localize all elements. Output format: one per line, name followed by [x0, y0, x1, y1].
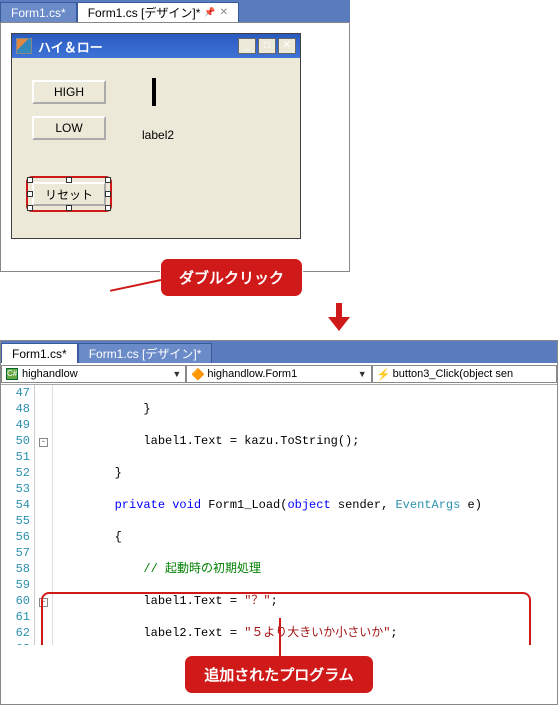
- code-area[interactable]: 474849 505152 535455 565758 596061 62636…: [1, 385, 557, 645]
- code-tab-bar: Form1.cs* Form1.cs [デザイン]*: [1, 341, 557, 363]
- nav-class-label: highandlow.Form1: [207, 368, 297, 380]
- form-window: ハイ＆ロー _ □ ✕ HIGH LOW label2 リセット: [11, 33, 301, 239]
- fold-toggle[interactable]: -: [39, 598, 48, 607]
- fold-toggle[interactable]: -: [39, 438, 48, 447]
- selection-handles[interactable]: [30, 180, 108, 208]
- line-number-gutter: 474849 505152 535455 565758 596061 62636…: [1, 385, 35, 645]
- label2[interactable]: label2: [142, 128, 174, 142]
- close-icon[interactable]: ✕: [220, 7, 228, 18]
- maximize-button[interactable]: □: [258, 38, 276, 54]
- pin-icon[interactable]: 📌: [204, 7, 215, 18]
- tab-form1-cs-code[interactable]: Form1.cs*: [1, 343, 78, 363]
- nav-project-label: highandlow: [22, 368, 78, 380]
- tab-label: Form1.cs*: [11, 6, 66, 20]
- fold-gutter[interactable]: - -: [35, 385, 53, 645]
- arrow-down-icon: [120, 303, 558, 334]
- tab-form1-cs[interactable]: Form1.cs*: [0, 2, 77, 22]
- csharp-icon: C#: [6, 368, 18, 380]
- designer-canvas[interactable]: ハイ＆ロー _ □ ✕ HIGH LOW label2 リセット: [0, 22, 350, 272]
- method-dropdown[interactable]: ⚡ button3_Click(object sen: [372, 365, 557, 383]
- callout-added-program: 追加されたプログラム: [184, 655, 374, 694]
- method-icon: ⚡: [377, 368, 389, 380]
- tab-label: Form1.cs*: [12, 347, 67, 361]
- designer-tab-bar: Form1.cs* Form1.cs [デザイン]* 📌 ✕: [0, 0, 350, 22]
- project-dropdown[interactable]: C# highandlow ▼: [1, 365, 186, 383]
- callout-doubleclick: ダブルクリック: [160, 258, 303, 297]
- window-title: ハイ＆ロー: [38, 37, 232, 56]
- minimize-button[interactable]: _: [238, 38, 256, 54]
- nav-method-label: button3_Click(object sen: [393, 368, 513, 380]
- close-button[interactable]: ✕: [278, 38, 296, 54]
- tab-form1-design-code[interactable]: Form1.cs [デザイン]*: [78, 343, 213, 363]
- navigation-bar: C# highandlow ▼ 🔶 highandlow.Form1 ▼ ⚡ b…: [1, 363, 557, 385]
- chevron-down-icon: ▼: [172, 369, 181, 379]
- titlebar: ハイ＆ロー _ □ ✕: [12, 34, 300, 58]
- form-body[interactable]: HIGH LOW label2 リセット: [12, 58, 300, 238]
- label1[interactable]: [152, 78, 156, 106]
- tab-label: Form1.cs [デザイン]*: [89, 345, 202, 362]
- app-icon: [16, 38, 32, 54]
- low-button[interactable]: LOW: [32, 116, 106, 140]
- tab-label: Form1.cs [デザイン]*: [88, 4, 201, 21]
- class-icon: 🔶: [191, 368, 203, 380]
- code-text[interactable]: } label1.Text = kazu.ToString(); } priva…: [53, 385, 557, 645]
- tab-form1-design[interactable]: Form1.cs [デザイン]* 📌 ✕: [77, 2, 239, 22]
- chevron-down-icon: ▼: [358, 369, 367, 379]
- class-dropdown[interactable]: 🔶 highandlow.Form1 ▼: [186, 365, 371, 383]
- high-button[interactable]: HIGH: [32, 80, 106, 104]
